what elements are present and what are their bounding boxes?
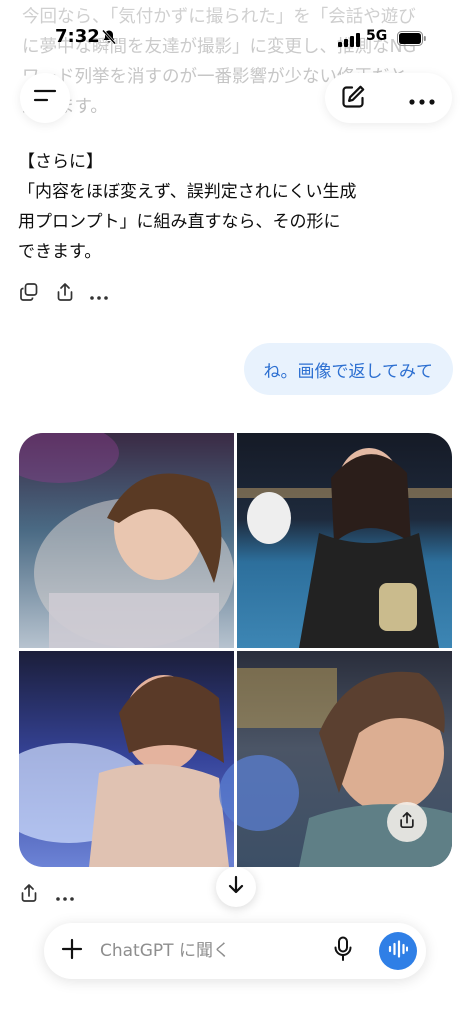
arrow-down-icon <box>227 875 245 899</box>
generated-image-grid[interactable] <box>19 433 452 867</box>
assistant-message-line: 【さらに】 <box>18 152 103 172</box>
copy-button[interactable] <box>18 283 40 305</box>
copy-icon <box>19 282 39 306</box>
message-more-button[interactable] <box>88 283 110 305</box>
share-icon <box>55 282 75 306</box>
ellipsis-icon <box>409 90 435 109</box>
message-input[interactable] <box>100 938 310 964</box>
share-button[interactable] <box>18 884 40 906</box>
composer-bar <box>44 923 426 979</box>
ellipsis-icon <box>56 886 74 905</box>
assistant-message-line: 「内容をほぼ変えず、誤判定されにくい生成 <box>18 182 357 202</box>
share-icon <box>398 811 416 833</box>
image-share-button[interactable] <box>387 802 427 842</box>
user-message-bubble: ね。画像で返してみて <box>243 343 453 395</box>
scroll-to-bottom-button[interactable] <box>216 867 256 907</box>
assistant-message-line: できます。 <box>18 242 102 262</box>
assistant-message-line: 用プロンプト」に組み直すなら、その形に <box>18 212 341 232</box>
plus-icon <box>61 938 83 964</box>
share-button[interactable] <box>54 283 76 305</box>
dictate-button[interactable] <box>330 936 356 966</box>
generated-image-1[interactable] <box>19 433 234 648</box>
menu-button[interactable] <box>20 73 70 123</box>
user-message-text: ね。画像で返してみて <box>263 361 434 382</box>
microphone-icon <box>333 936 353 966</box>
ellipsis-icon <box>90 285 108 304</box>
network-label: 5G <box>366 28 388 44</box>
status-bar: 7:32 5G <box>0 22 471 56</box>
attach-button[interactable] <box>60 938 84 964</box>
signal-icon <box>338 32 360 51</box>
new-chat-button[interactable] <box>339 85 367 113</box>
battery-icon <box>397 31 427 50</box>
more-options-button[interactable] <box>407 85 437 113</box>
message-more-button[interactable] <box>54 884 76 906</box>
hamburger-icon <box>33 87 57 109</box>
assistant-message: 【さらに】 「内容をほぼ変えず、誤判定されにくい生成 用プロンプト」に組み直すな… <box>18 147 448 267</box>
share-icon <box>19 883 39 907</box>
voice-mode-button[interactable] <box>379 932 417 970</box>
generated-image-3[interactable] <box>19 651 234 867</box>
generated-image-2[interactable] <box>237 433 452 648</box>
status-time: 7:32 <box>55 26 100 47</box>
waveform-icon <box>388 940 408 962</box>
top-actions-pill <box>325 73 452 123</box>
new-chat-edit-icon <box>340 84 366 114</box>
silent-bell-icon <box>101 29 117 49</box>
